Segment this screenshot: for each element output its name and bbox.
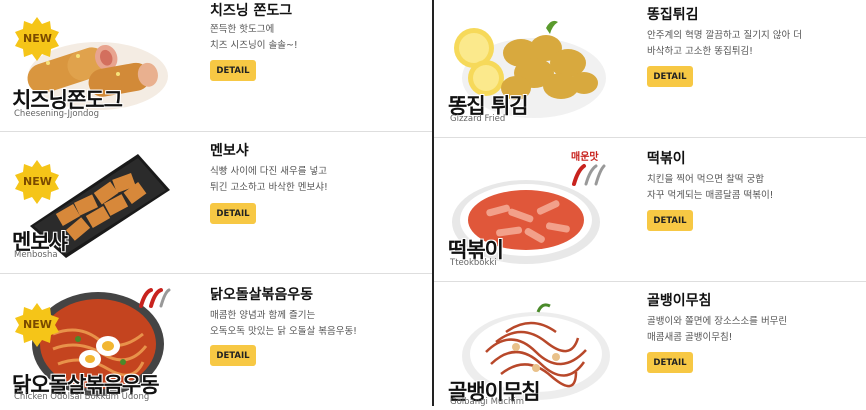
menu-item-description: 매콤한 양념과 함께 즐기는 오독오독 맛있는 닭 오돌살 볶음우동! <box>210 310 357 337</box>
caption-english: Cheesening-Jjondog <box>14 109 99 119</box>
detail-button[interactable]: DETAIL <box>210 60 256 81</box>
menu-card: 매운맛 떡볶이 Tteokbokki 떡볶이 치킨을 찍어 먹으면 찰떡 궁합 … <box>434 138 866 281</box>
caption-english: Chicken Odolsal Bokkum Udong <box>14 392 150 402</box>
menu-card: NEW 치즈닝쫀도그 Cheesening-Jjondog 치즈닝 쫀도그 쫀득… <box>0 0 432 131</box>
menu-item-name: 멘보샤 <box>210 143 249 159</box>
menu-item-name: 닭오돌살볶음우동 <box>210 287 314 303</box>
chili-pepper-icon <box>572 164 606 186</box>
caption-english: Menbosha <box>14 250 58 260</box>
menu-item-description: 쫀득한 핫도그에 치즈 시즈닝이 솔솔~! <box>210 24 298 51</box>
menu-item-name: 치즈닝 쫀도그 <box>210 3 293 19</box>
new-badge-label: NEW <box>23 32 52 45</box>
detail-button[interactable]: DETAIL <box>210 203 256 224</box>
detail-button[interactable]: DETAIL <box>647 210 693 231</box>
detail-button[interactable]: DETAIL <box>647 66 693 87</box>
menu-card: 똥집 튀김 Gizzard Fried 똥집튀김 안주계의 혁명 깔끔하고 질기… <box>434 0 866 137</box>
menu-item-description: 식빵 사이에 다진 새우를 넣고 튀긴 고소하고 바삭한 멘보샤! <box>210 166 328 193</box>
caption-english: Gizzard Fried <box>450 114 506 124</box>
menu-item-description: 골뱅이와 쫄면에 장소스소를 버무린 매콤새콤 골뱅이무침! <box>647 316 788 343</box>
detail-button[interactable]: DETAIL <box>647 352 693 373</box>
menu-card: NEW 닭오돌살볶음우동 Chicken Odolsal Bokkum Udon… <box>0 274 432 406</box>
menu-card: NEW 멘보샤 Menbosha 멘보샤 식빵 사이에 다진 새우를 넣고 튀긴… <box>0 132 432 273</box>
caption-english: Tteokbokki <box>450 258 497 268</box>
menu-item-description: 안주계의 혁명 깔끔하고 질기지 않아 더 바삭하고 고소한 똥집튀김! <box>647 30 802 57</box>
chili-pepper-icon <box>139 288 171 308</box>
menu-column-left: NEW 치즈닝쫀도그 Cheesening-Jjondog 치즈닝 쫀도그 쫀득… <box>0 0 432 406</box>
menu-card: 골뱅이무침 Golbangi Muchim 골뱅이무침 골뱅이와 쫄면에 장소스… <box>434 282 866 407</box>
menu-item-name: 골뱅이무침 <box>647 293 712 309</box>
menu-item-name: 떡볶이 <box>647 151 686 167</box>
new-badge-label: NEW <box>23 175 52 188</box>
menu-item-description: 치킨을 찍어 먹으면 찰떡 궁합 자꾸 먹게되는 매콤달콤 떡볶이! <box>647 174 774 201</box>
spicy-label: 매운맛 <box>571 152 599 163</box>
menu-item-name: 똥집튀김 <box>647 7 699 23</box>
new-badge-label: NEW <box>23 318 52 331</box>
menu-column-right: 똥집 튀김 Gizzard Fried 똥집튀김 안주계의 혁명 깔끔하고 질기… <box>434 0 866 407</box>
detail-button[interactable]: DETAIL <box>210 345 256 366</box>
